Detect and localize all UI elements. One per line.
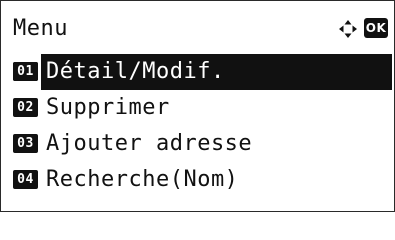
title-bar: Menu OK — [1, 11, 394, 47]
ok-key-icon[interactable]: OK — [364, 18, 388, 38]
menu-item-detail-modif[interactable]: 01 Détail/Modif. — [1, 54, 394, 90]
four-way-arrow-icon — [339, 20, 357, 38]
item-number-badge: 01 — [13, 62, 38, 81]
menu-item-supprimer[interactable]: 02 Supprimer — [1, 90, 394, 126]
menu-item-label: Recherche(Nom) — [46, 167, 239, 192]
menu-item-ajouter-adresse[interactable]: 03 Ajouter adresse — [1, 126, 394, 162]
menu-item-label: Supprimer — [46, 95, 170, 120]
menu-item-recherche-nom[interactable]: 04 Recherche(Nom) — [1, 162, 394, 198]
item-number-badge: 02 — [13, 98, 38, 117]
lcd-screen: Menu OK 01 Détail/Modif. 02 Supprimer 03… — [0, 0, 395, 212]
screen-title: Menu — [13, 16, 68, 41]
item-number-badge: 04 — [13, 170, 38, 189]
menu-item-label: Détail/Modif. — [46, 59, 225, 84]
menu-item-label: Ajouter adresse — [46, 131, 253, 156]
item-number-badge: 03 — [13, 134, 38, 153]
